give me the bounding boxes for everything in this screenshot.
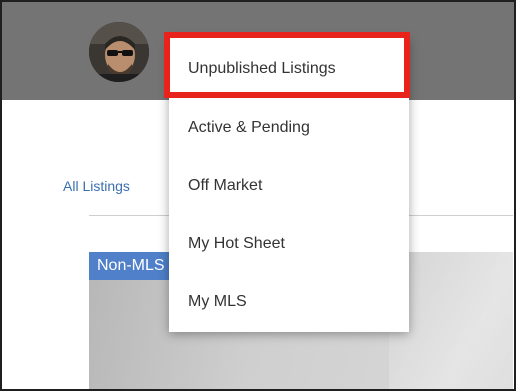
menu-item-unpublished-listings[interactable]: Unpublished Listings bbox=[169, 40, 409, 98]
menu-item-my-mls[interactable]: My MLS bbox=[169, 273, 409, 331]
tab-all-listings[interactable]: All Listings bbox=[63, 178, 130, 194]
user-avatar[interactable] bbox=[89, 22, 149, 82]
menu-item-off-market[interactable]: Off Market bbox=[169, 157, 409, 215]
avatar-photo-icon bbox=[89, 22, 149, 82]
listings-dropdown-menu: Unpublished Listings Active & Pending Of… bbox=[169, 38, 409, 332]
listing-status-badge: Non-MLS bbox=[89, 252, 175, 280]
menu-item-my-hot-sheet[interactable]: My Hot Sheet bbox=[169, 215, 409, 273]
menu-item-active-pending[interactable]: Active & Pending bbox=[169, 99, 409, 157]
app-frame: All Listings Non-MLS Unpublished Listing… bbox=[0, 0, 516, 391]
